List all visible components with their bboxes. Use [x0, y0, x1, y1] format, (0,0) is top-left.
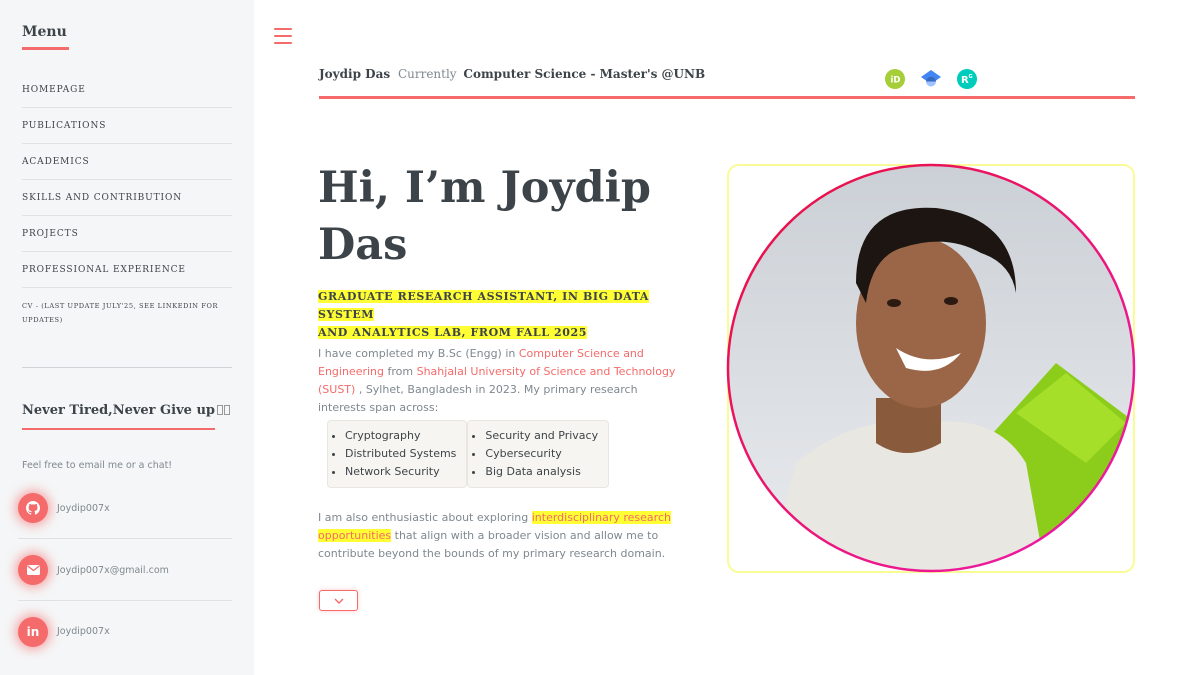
cv-line-1: CV - (LAST UPDATE JULY'25, SEE LINKEDIN …	[22, 302, 219, 310]
scroll-down-button[interactable]	[319, 590, 358, 611]
emoji-icon	[217, 405, 223, 415]
interest-item: Network Security	[345, 463, 456, 481]
menu-title: Menu	[22, 24, 67, 40]
contact-github-text[interactable]: Joydip007x	[57, 503, 110, 514]
interdisciplinary-paragraph: I am also enthusiastic about exploring i…	[318, 509, 678, 563]
header-divider	[319, 96, 1135, 99]
contact-email-text[interactable]: Joydip007x@gmail.com	[57, 565, 169, 576]
contact-linkedin-text[interactable]: Joydip007x	[57, 626, 110, 637]
chevron-down-icon	[334, 598, 343, 604]
nav-item-academics[interactable]: ACADEMICS	[22, 144, 232, 180]
section-title-text: Never Tired,Never Give up	[22, 403, 215, 418]
envelope-icon[interactable]	[18, 555, 48, 585]
subtitle-line-2: AND ANALYTICS LAB, FROM FALL 2025	[318, 326, 588, 339]
nav-item-skills[interactable]: SKILLS AND CONTRIBUTION	[22, 180, 232, 216]
section-underline	[22, 428, 215, 430]
hero-title-line-1: Hi, I’m Joydip	[318, 163, 651, 213]
emoji-icon-2	[224, 405, 230, 415]
nav-item-publications[interactable]: PUBLICATIONS	[22, 108, 232, 144]
profile-photo	[726, 163, 1136, 573]
linkedin-icon[interactable]: in	[18, 616, 48, 647]
hero-title-line-2: Das	[318, 220, 408, 270]
orcid-icon[interactable]: iD	[885, 69, 905, 89]
svg-text:G: G	[969, 74, 973, 80]
github-icon[interactable]	[18, 493, 48, 523]
google-scholar-icon[interactable]	[921, 69, 941, 89]
sidebar-nav: HOMEPAGE PUBLICATIONS ACADEMICS SKILLS A…	[22, 72, 232, 338]
header-name[interactable]: Joydip Das	[319, 67, 390, 81]
section-title: Never Tired,Never Give up	[22, 403, 230, 418]
intro-text-a: I have completed my B.Sc (Engg) in	[318, 347, 519, 360]
intro-paragraph: I have completed my B.Sc (Engg) in Compu…	[318, 345, 678, 417]
subtitle-line-1: GRADUATE RESEARCH ASSISTANT, IN BIG DATA…	[318, 290, 650, 321]
interests-column-1: Cryptography Distributed Systems Network…	[327, 420, 468, 488]
nav-item-projects[interactable]: PROJECTS	[22, 216, 232, 252]
hero-subtitle: GRADUATE RESEARCH ASSISTANT, IN BIG DATA…	[318, 288, 698, 342]
p2-text-a: I am also enthusiastic about exploring	[318, 511, 532, 524]
nav-item-experience[interactable]: PROFESSIONAL EXPERIENCE	[22, 252, 232, 288]
interest-item: Security and Privacy	[485, 427, 598, 445]
contact-intro: Feel free to email me or a chat!	[22, 460, 173, 471]
interest-item: Big Data analysis	[485, 463, 598, 481]
intro-text-c: , Sylhet, Bangladesh in 2023. My primary…	[318, 383, 638, 414]
interest-item: Distributed Systems	[345, 445, 456, 463]
header-currently: Currently	[397, 67, 457, 81]
nav-item-homepage[interactable]: HOMEPAGE	[22, 72, 232, 108]
sidebar-divider	[22, 367, 232, 368]
intro-text-b: from	[384, 365, 417, 378]
contact-linkedin[interactable]: in Joydip007x	[18, 601, 232, 662]
cv-line-2: UPDATES)	[22, 316, 63, 324]
sidebar: Menu HOMEPAGE PUBLICATIONS ACADEMICS SKI…	[0, 0, 254, 675]
header-position: Computer Science - Master's @UNB	[463, 67, 706, 81]
nav-item-cv[interactable]: CV - (LAST UPDATE JULY'25, SEE LINKEDIN …	[22, 288, 232, 338]
hero-title: Hi, I’m Joydip Das	[318, 160, 698, 274]
svg-text:iD: iD	[891, 76, 901, 86]
hamburger-menu-icon[interactable]	[274, 28, 292, 44]
contact-github[interactable]: Joydip007x	[18, 478, 232, 539]
research-interests: Cryptography Distributed Systems Network…	[327, 420, 610, 488]
contact-email[interactable]: Joydip007x@gmail.com	[18, 540, 232, 601]
header-bar: Joydip Das Currently Computer Science - …	[319, 67, 705, 81]
interests-column-2: Security and Privacy Cybersecurity Big D…	[467, 420, 610, 488]
header-social-icons: iD RG	[885, 69, 977, 89]
researchgate-icon[interactable]: RG	[957, 69, 977, 89]
interest-item: Cryptography	[345, 427, 456, 445]
menu-underline	[22, 47, 69, 50]
interest-item: Cybersecurity	[485, 445, 598, 463]
